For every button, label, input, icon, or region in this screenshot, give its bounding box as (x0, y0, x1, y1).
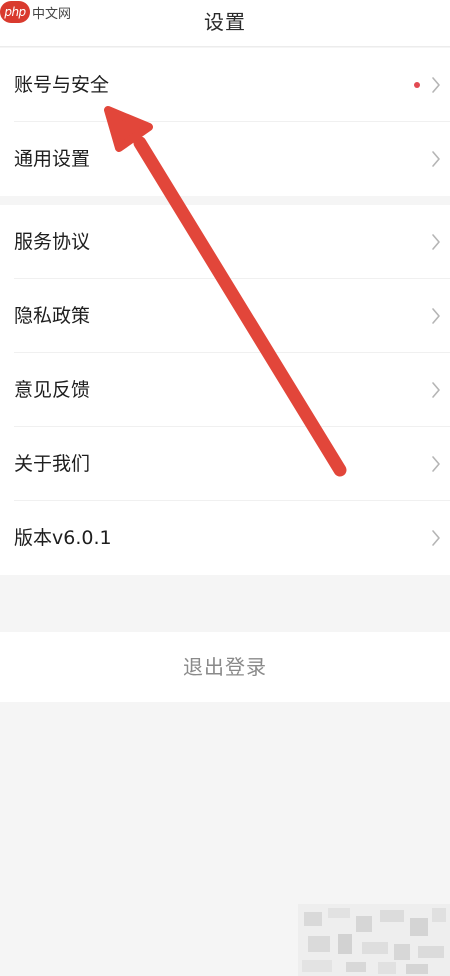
logout-button[interactable]: 退出登录 (0, 632, 450, 702)
settings-item-general[interactable]: 通用设置 (0, 122, 450, 196)
settings-item-label: 版本v6.0.1 (14, 527, 112, 549)
settings-item-service-agreement[interactable]: 服务协议 (0, 205, 450, 279)
settings-item-privacy-policy[interactable]: 隐私政策 (0, 279, 450, 353)
settings-item-about-us[interactable]: 关于我们 (0, 427, 450, 501)
chevron-right-icon (432, 151, 440, 167)
chevron-right-icon (432, 234, 440, 250)
settings-item-label: 关于我们 (14, 453, 91, 475)
chevron-right-icon (432, 382, 440, 398)
settings-item-feedback[interactable]: 意见反馈 (0, 353, 450, 427)
settings-item-version[interactable]: 版本v6.0.1 (0, 501, 450, 575)
page-title: 设置 (204, 10, 246, 34)
logout-label: 退出登录 (183, 655, 267, 679)
settings-item-account-security[interactable]: 账号与安全 (0, 48, 450, 122)
notification-dot (414, 82, 420, 88)
blurred-qr-code (298, 904, 450, 976)
settings-item-label: 通用设置 (14, 148, 91, 170)
settings-item-label: 服务协议 (14, 231, 91, 253)
settings-item-label: 账号与安全 (14, 74, 110, 96)
header-bar: php 中文网 设置 (0, 0, 450, 47)
chevron-right-icon (432, 308, 440, 324)
settings-group-info: 服务协议 隐私政策 意见反馈 关于我们 版本v6.0.1 (0, 205, 450, 575)
chevron-right-icon (432, 530, 440, 546)
chevron-right-icon (432, 456, 440, 472)
chevron-right-icon (432, 77, 440, 93)
settings-group-account: 账号与安全 通用设置 (0, 48, 450, 196)
settings-item-label: 意见反馈 (14, 379, 91, 401)
settings-item-label: 隐私政策 (14, 305, 91, 327)
